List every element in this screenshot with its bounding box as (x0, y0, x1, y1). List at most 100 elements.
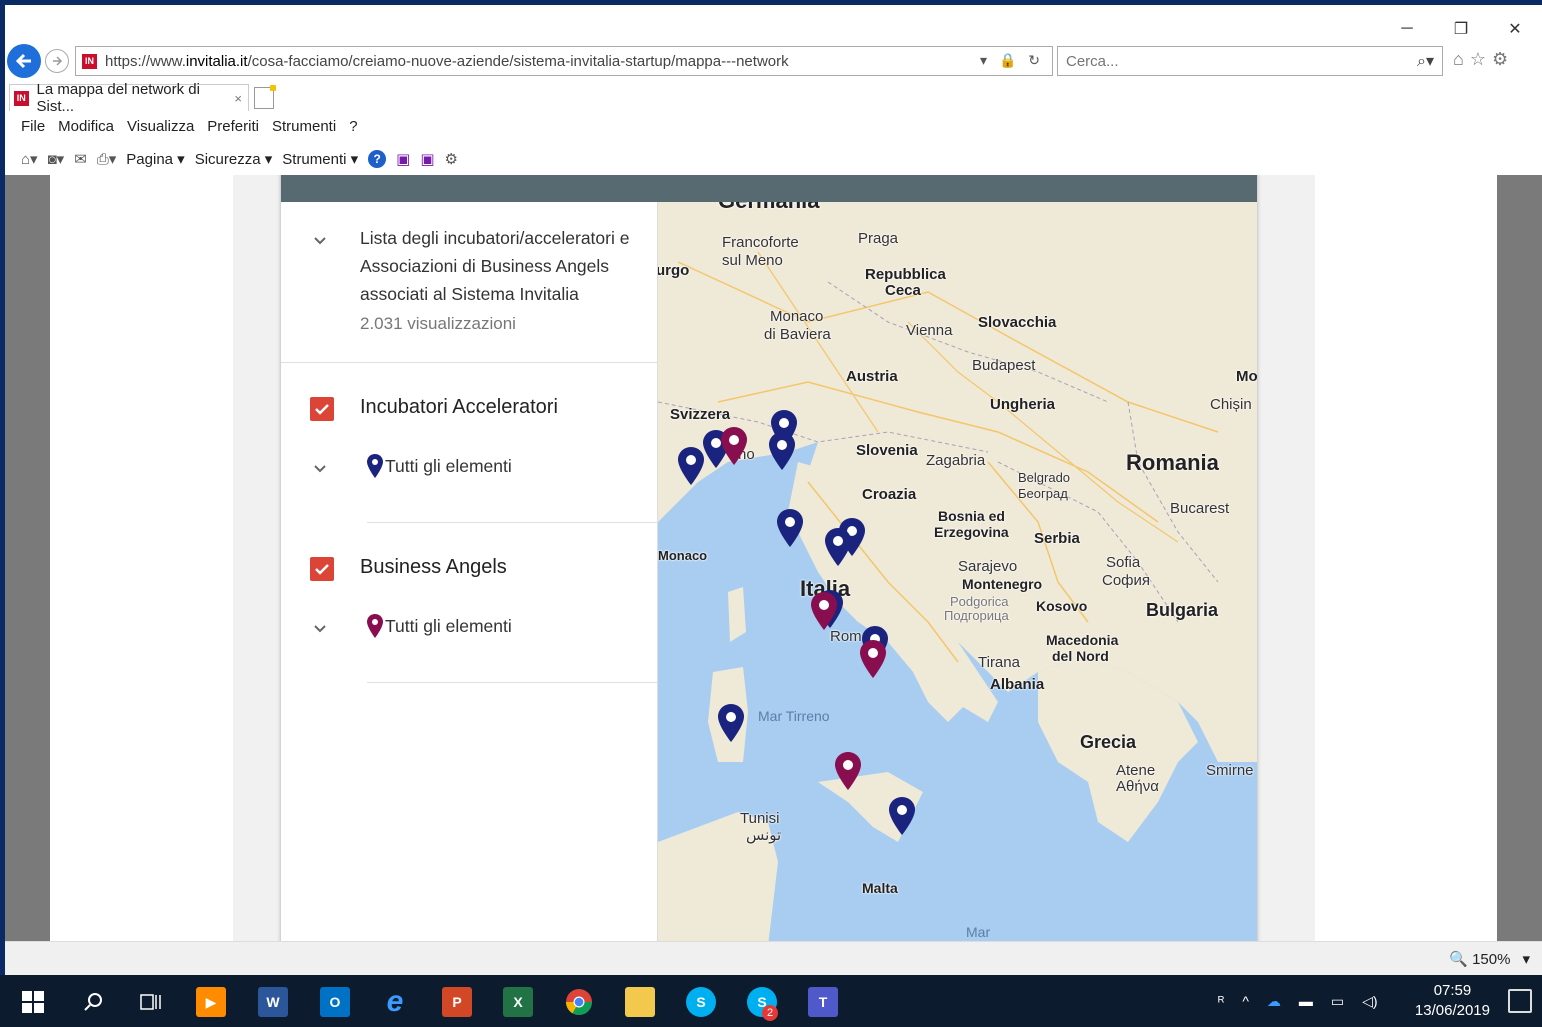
menu-strumenti[interactable]: Strumenti (272, 118, 336, 135)
map-label: Rom (830, 628, 862, 645)
pagina-menu[interactable]: Pagina ▾ (126, 150, 184, 168)
address-bar[interactable]: IN https://www.invitalia.it/cosa-facciam… (75, 46, 1053, 76)
layer-checkbox-business-angels[interactable] (310, 557, 334, 581)
map-label: Austria (846, 368, 898, 385)
new-tab-icon[interactable] (254, 85, 276, 109)
search-box[interactable]: ⌕▾ (1057, 46, 1443, 76)
settings-gear-icon[interactable]: ⚙ (1492, 49, 1508, 70)
zoom-control[interactable]: 🔍 150% ▾ (1449, 950, 1530, 969)
print-icon[interactable]: ⎙▾ (97, 150, 117, 168)
map-label: Bosnia ed (938, 508, 1005, 524)
page-viewport: Lista degli incubatori/acceleratori e As… (5, 175, 1542, 941)
map-label: Београд (1018, 486, 1068, 501)
restore-button[interactable]: ❐ (1434, 15, 1488, 43)
map-pin-navy-icon[interactable] (718, 704, 744, 742)
menu-visualizza[interactable]: Visualizza (127, 118, 194, 135)
internet-explorer-icon[interactable]: e (380, 985, 410, 1018)
outlook-icon[interactable]: O (320, 987, 350, 1017)
map-pin-maroon-icon (367, 614, 383, 638)
map-label: Repubblica (865, 266, 946, 283)
back-button[interactable] (7, 44, 41, 78)
checkmark-icon (315, 564, 329, 575)
gear-small-icon[interactable]: ⚙ (445, 150, 458, 168)
map-canvas[interactable]: Germania Francoforte sul Meno Praga Repu… (658, 202, 1257, 941)
layer-checkbox-incubatori[interactable] (310, 397, 334, 421)
mail-icon[interactable]: ✉ (74, 150, 87, 168)
volume-icon[interactable]: ◁) (1362, 993, 1377, 1010)
windows-start-icon[interactable] (18, 987, 48, 1017)
battery-icon[interactable]: ▬ (1299, 993, 1313, 1009)
map-label: Sofia (1106, 554, 1141, 571)
menu-help[interactable]: ? (349, 118, 357, 135)
home-icon[interactable]: ⌂ (1453, 49, 1464, 70)
search-icon[interactable]: ⌕▾ (1417, 51, 1434, 71)
chevron-down-icon[interactable] (311, 460, 329, 478)
tab-active[interactable]: IN La mappa del network di Sist... × (9, 81, 249, 115)
divider (281, 362, 658, 363)
status-bar: 🔍 150% ▾ (5, 941, 1542, 975)
media-player-icon[interactable]: ▶ (196, 987, 226, 1017)
minimize-button[interactable]: ─ (1380, 15, 1434, 43)
map-pin-navy-icon[interactable] (825, 528, 851, 566)
menu-file[interactable]: File (21, 118, 45, 135)
onedrive-icon[interactable]: ☁ (1267, 993, 1281, 1010)
chrome-icon[interactable] (564, 987, 594, 1017)
layer-item-incubatori[interactable]: Tutti gli elementi (367, 454, 512, 478)
map-label: Romania (1126, 450, 1219, 475)
people-icon[interactable]: ᴿ (1218, 993, 1224, 1009)
network-icon[interactable]: ▭ (1331, 993, 1344, 1010)
menu-bar: File Modifica Visualizza Preferiti Strum… (5, 111, 1542, 141)
word-icon[interactable]: W (258, 987, 288, 1017)
home-command-icon[interactable]: ⌂▾ (21, 150, 38, 168)
map-label: Mar Tirreno (758, 708, 830, 724)
strumenti-command-menu[interactable]: Strumenti ▾ (282, 150, 358, 168)
map-label: Podgorica (950, 594, 1009, 609)
map-pin-navy-icon[interactable] (678, 447, 704, 485)
excel-icon[interactable]: X (503, 987, 533, 1017)
zoom-icon: 🔍 (1449, 951, 1469, 968)
url-tools-icons[interactable]: ▾ 🔒 ↻ (980, 52, 1044, 69)
map-pin-navy-icon[interactable] (769, 432, 795, 470)
map-pin-maroon-icon[interactable] (721, 427, 747, 465)
file-explorer-icon[interactable] (625, 987, 655, 1017)
map-label: Tirana (978, 654, 1020, 671)
map-pin-navy-icon[interactable] (777, 509, 803, 547)
taskbar-clock[interactable]: 07:59 13/06/2019 (1415, 981, 1490, 1021)
window-controls: ─ ❐ ✕ (1380, 15, 1542, 43)
close-window-button[interactable]: ✕ (1488, 15, 1542, 43)
powerpoint-icon[interactable]: P (442, 987, 472, 1017)
layer-name-incubatori[interactable]: Incubatori Acceleratori (360, 396, 558, 419)
search-icon[interactable] (78, 987, 108, 1017)
chevron-up-icon[interactable]: ^ (1242, 993, 1249, 1009)
map-pin-navy-icon[interactable] (889, 797, 915, 835)
favorites-star-icon[interactable]: ☆ (1470, 49, 1486, 70)
layer-item-business-angels[interactable]: Tutti gli elementi (367, 614, 512, 638)
chevron-down-icon[interactable] (311, 232, 329, 250)
map-pin-maroon-icon[interactable] (835, 752, 861, 790)
map-label: Macedonia (1046, 632, 1119, 648)
menu-preferiti[interactable]: Preferiti (207, 118, 259, 135)
map-label: Germania (718, 202, 820, 214)
layer-name-business-angels[interactable]: Business Angels (360, 556, 507, 579)
chevron-down-icon[interactable]: ▾ (1522, 950, 1530, 968)
map-pin-maroon-icon[interactable] (860, 640, 886, 678)
action-center-icon[interactable] (1508, 989, 1532, 1013)
feeds-icon[interactable]: ◙▾ (48, 150, 65, 168)
map-label: Mar (966, 924, 991, 940)
map-pin-maroon-icon[interactable] (811, 592, 837, 630)
search-input[interactable] (1066, 52, 1386, 70)
forward-button[interactable] (45, 49, 69, 73)
tab-close-icon[interactable]: × (234, 91, 242, 106)
help-icon[interactable]: ? (368, 150, 387, 168)
address-row: IN https://www.invitalia.it/cosa-facciam… (5, 41, 1542, 81)
onenote-linked-icon[interactable]: ▣ (420, 150, 434, 168)
page-margin-right (1315, 175, 1497, 941)
menu-modifica[interactable]: Modifica (58, 118, 114, 135)
task-view-icon[interactable] (136, 987, 166, 1017)
teams-icon[interactable]: T (808, 987, 838, 1017)
map-label: Vienna (906, 322, 953, 339)
sicurezza-menu[interactable]: Sicurezza ▾ (195, 150, 273, 168)
chevron-down-icon[interactable] (311, 620, 329, 638)
skype-icon[interactable]: S (686, 987, 716, 1017)
onenote-icon[interactable]: ▣ (396, 150, 410, 168)
